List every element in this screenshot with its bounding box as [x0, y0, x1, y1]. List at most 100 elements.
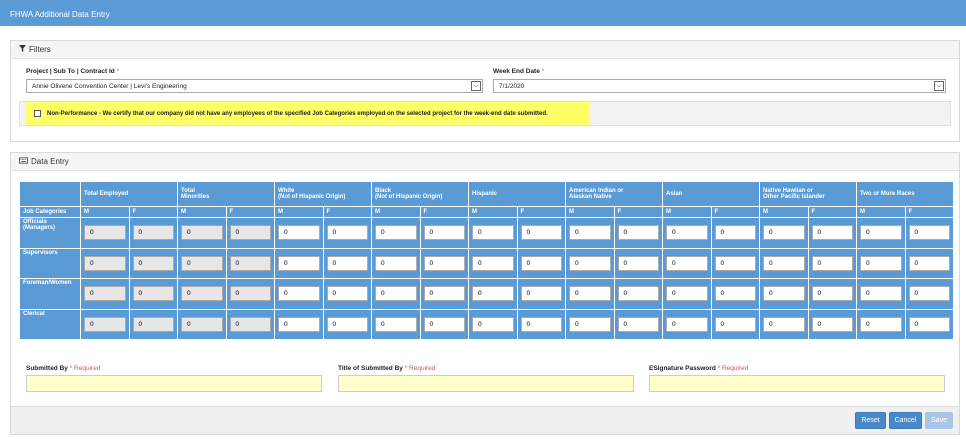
count-input-m[interactable]: 0: [666, 225, 708, 241]
cancel-button[interactable]: Cancel: [889, 412, 922, 429]
table-cell: 0: [225, 217, 275, 249]
count-input-m[interactable]: 0: [278, 225, 320, 241]
table-cell: 0: [128, 278, 178, 310]
filter-icon: [19, 45, 26, 54]
table-cell: 0: [516, 308, 566, 340]
non-performance-checkbox[interactable]: [34, 110, 41, 117]
table-cell: 0: [371, 308, 421, 340]
group-header-black-not-of-hispanic-origin: Black (Not of Hispanic Origin): [371, 181, 469, 207]
chevron-down-icon[interactable]: ⌵: [471, 81, 481, 91]
readonly-count-input-m: 0: [84, 225, 126, 241]
group-header-total-employed: Total Employed: [80, 181, 178, 207]
count-input-m[interactable]: 0: [375, 225, 417, 241]
submitted-by-field[interactable]: [26, 375, 322, 392]
count-input-f[interactable]: 0: [520, 225, 562, 241]
count-input-m[interactable]: 0: [472, 225, 514, 241]
table-cell: 0: [177, 217, 227, 249]
count-input-f[interactable]: 0: [908, 316, 950, 332]
count-input-f[interactable]: 0: [520, 255, 562, 271]
count-input-f[interactable]: 0: [326, 225, 368, 241]
count-input-m[interactable]: 0: [763, 255, 805, 271]
count-input-f[interactable]: 0: [326, 316, 368, 332]
count-input-m[interactable]: 0: [472, 255, 514, 271]
count-input-f[interactable]: 0: [423, 225, 465, 241]
count-input-m[interactable]: 0: [472, 316, 514, 332]
count-input-m[interactable]: 0: [569, 316, 611, 332]
table-cell: 0: [613, 217, 663, 249]
count-input-m[interactable]: 0: [860, 255, 902, 271]
table-cell: 0: [856, 217, 906, 249]
count-input-m[interactable]: 0: [860, 286, 902, 302]
count-input-f[interactable]: 0: [617, 316, 659, 332]
data-entry-header[interactable]: Data Entry: [11, 153, 959, 171]
table-cell: 0: [80, 217, 130, 249]
table-cell: 0: [274, 217, 324, 249]
count-input-m[interactable]: 0: [375, 255, 417, 271]
esignature-password-field[interactable]: [649, 375, 945, 392]
group-header-asian: Asian: [662, 181, 760, 207]
count-input-m[interactable]: 0: [666, 255, 708, 271]
count-input-m[interactable]: 0: [569, 255, 611, 271]
reset-button[interactable]: Reset: [855, 412, 886, 429]
sub-header-f: F: [419, 206, 469, 218]
table-row: Supervisors 0 0 0 0 0 0 0 0 0 0 0 0 0 0 0 0 0 0: [19, 247, 954, 279]
sub-header-m: M: [565, 206, 615, 218]
count-input-f[interactable]: 0: [908, 225, 950, 241]
count-input-f[interactable]: 0: [714, 316, 756, 332]
count-input-f[interactable]: 0: [326, 255, 368, 271]
sub-header-f: F: [225, 206, 275, 218]
count-input-m[interactable]: 0: [666, 316, 708, 332]
sub-header-m: M: [759, 206, 809, 218]
count-input-m[interactable]: 0: [278, 316, 320, 332]
count-input-m[interactable]: 0: [569, 225, 611, 241]
count-input-m[interactable]: 0: [763, 286, 805, 302]
count-input-f[interactable]: 0: [326, 286, 368, 302]
count-input-m[interactable]: 0: [375, 286, 417, 302]
title-of-submitted-by-field[interactable]: [338, 375, 634, 392]
sub-header-m: M: [468, 206, 518, 218]
count-input-m[interactable]: 0: [763, 225, 805, 241]
count-input-f[interactable]: 0: [617, 255, 659, 271]
group-header-hispanic: Hispanic: [468, 181, 566, 207]
table-cell: 0: [128, 217, 178, 249]
count-input-m[interactable]: 0: [278, 255, 320, 271]
count-input-f[interactable]: 0: [423, 316, 465, 332]
week-end-select[interactable]: 7/1/2020 ⌵: [493, 79, 946, 93]
project-select[interactable]: Annie Olivene Convention Center | Levi's…: [26, 79, 483, 93]
table-cell: 0: [80, 278, 130, 310]
count-input-m[interactable]: 0: [666, 286, 708, 302]
count-input-f[interactable]: 0: [520, 316, 562, 332]
sub-header-m: M: [856, 206, 906, 218]
table-cell: 0: [710, 217, 760, 249]
count-input-f[interactable]: 0: [617, 225, 659, 241]
count-input-m[interactable]: 0: [860, 316, 902, 332]
count-input-f[interactable]: 0: [811, 225, 853, 241]
count-input-f[interactable]: 0: [908, 286, 950, 302]
table-cell: 0: [904, 278, 954, 310]
count-input-m[interactable]: 0: [860, 225, 902, 241]
count-input-f[interactable]: 0: [811, 286, 853, 302]
count-input-m[interactable]: 0: [278, 286, 320, 302]
save-button[interactable]: Save: [925, 412, 953, 429]
filters-header[interactable]: Filters: [11, 41, 959, 59]
count-input-f[interactable]: 0: [714, 286, 756, 302]
count-input-f[interactable]: 0: [714, 225, 756, 241]
table-cell: 0: [759, 308, 809, 340]
count-input-f[interactable]: 0: [423, 255, 465, 271]
table-row: Foreman/Women 0 0 0 0 0 0 0 0 0 0 0 0 0 0 0 0 0 0: [19, 278, 954, 310]
chevron-down-icon[interactable]: ⌵: [934, 81, 944, 91]
count-input-f[interactable]: 0: [811, 255, 853, 271]
count-input-f[interactable]: 0: [423, 286, 465, 302]
count-input-m[interactable]: 0: [375, 316, 417, 332]
count-input-f[interactable]: 0: [714, 255, 756, 271]
count-input-m[interactable]: 0: [472, 286, 514, 302]
count-input-m[interactable]: 0: [569, 286, 611, 302]
count-input-f[interactable]: 0: [617, 286, 659, 302]
count-input-f[interactable]: 0: [520, 286, 562, 302]
sub-header-m: M: [177, 206, 227, 218]
table-cell: 0: [565, 217, 615, 249]
count-input-f[interactable]: 0: [908, 255, 950, 271]
count-input-f[interactable]: 0: [811, 316, 853, 332]
sub-header-m: M: [662, 206, 712, 218]
count-input-m[interactable]: 0: [763, 316, 805, 332]
